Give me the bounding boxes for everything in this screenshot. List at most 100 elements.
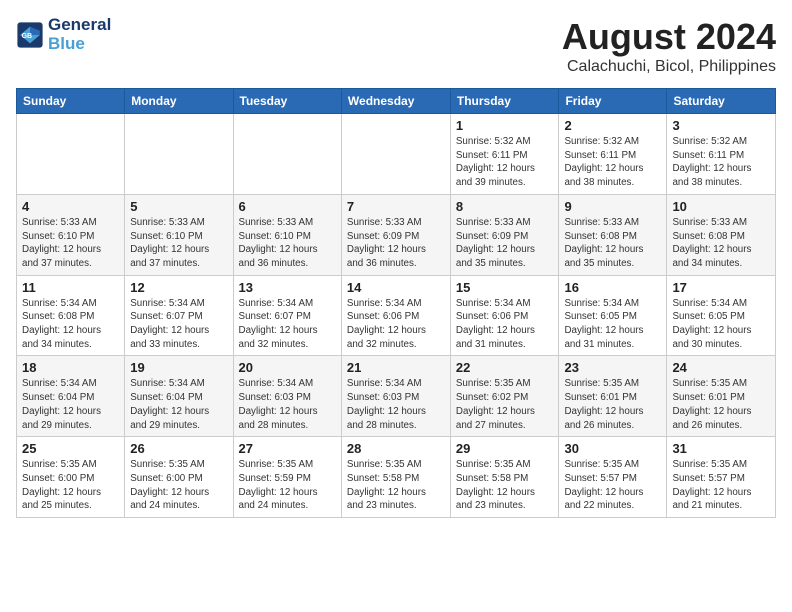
day-number: 16 [564,280,661,295]
day-number: 29 [456,441,554,456]
day-number: 11 [22,280,119,295]
day-info: Sunrise: 5:34 AM Sunset: 6:06 PM Dayligh… [347,297,445,352]
day-cell: 18Sunrise: 5:34 AM Sunset: 6:04 PM Dayli… [17,356,125,437]
day-info: Sunrise: 5:35 AM Sunset: 6:00 PM Dayligh… [130,458,227,513]
day-number: 17 [672,280,770,295]
day-number: 5 [130,199,227,214]
day-cell [341,114,450,195]
header-cell-tuesday: Tuesday [233,89,341,114]
day-cell: 21 Sunrise: 5:34 AM Sunset: 6:03 PM Dayli… [341,356,450,437]
day-number: 20 [239,360,336,375]
day-cell: 5 Sunrise: 5:33 AM Sunset: 6:10 PM Daylig… [125,194,233,275]
day-info: Sunrise: 5:34 AM Sunset: 6:07 PM Dayligh… [239,297,336,352]
day-number: 8 [456,199,554,214]
day-cell: 17Sunrise: 5:34 AM Sunset: 6:05 PM Dayli… [667,275,776,356]
day-cell: 6Sunrise: 5:33 AM Sunset: 6:10 PM Daylig… [233,194,341,275]
svg-text:GB: GB [22,32,32,39]
day-info: Sunrise: 5:34 AM Sunset: 6:07 PM Dayligh… [130,297,227,352]
week-row-5: 25 Sunrise: 5:35 AM Sunset: 6:00 PM Dayli… [17,437,776,518]
day-cell [17,114,125,195]
day-number: 22 [456,360,554,375]
header-cell-sunday: Sunday [17,89,125,114]
day-cell: 3Sunrise: 5:32 AM Sunset: 6:11 PM Daylig… [667,114,776,195]
day-number: 2 [564,118,661,133]
day-info: Sunrise: 5:34 AM Sunset: 6:03 PM Dayligh… [347,377,445,432]
logo: GB General Blue [16,16,111,53]
day-cell: 25 Sunrise: 5:35 AM Sunset: 6:00 PM Dayli… [17,437,125,518]
day-number: 19 [130,360,227,375]
day-info: Sunrise: 5:35 AM Sunset: 5:57 PM Dayligh… [672,458,770,513]
day-cell: 11 Sunrise: 5:34 AM Sunset: 6:08 PM Dayli… [17,275,125,356]
page-header: GB General Blue August 2024 Calachuchi, … [16,16,776,76]
header-cell-friday: Friday [559,89,667,114]
day-info: Sunrise: 5:34 AM Sunset: 6:05 PM Dayligh… [564,297,661,352]
day-cell: 26 Sunrise: 5:35 AM Sunset: 6:00 PM Dayli… [125,437,233,518]
day-number: 21 [347,360,445,375]
day-cell [125,114,233,195]
day-cell: 22Sunrise: 5:35 AM Sunset: 6:02 PM Dayli… [450,356,559,437]
day-info: Sunrise: 5:35 AM Sunset: 5:58 PM Dayligh… [456,458,554,513]
day-cell: 2 Sunrise: 5:32 AM Sunset: 6:11 PM Daylig… [559,114,667,195]
day-cell: 10Sunrise: 5:33 AM Sunset: 6:08 PM Dayli… [667,194,776,275]
day-number: 4 [22,199,119,214]
day-cell: 29 Sunrise: 5:35 AM Sunset: 5:58 PM Dayli… [450,437,559,518]
day-number: 28 [347,441,445,456]
day-number: 10 [672,199,770,214]
day-number: 25 [22,441,119,456]
calendar-body: 1 Sunrise: 5:32 AM Sunset: 6:11 PM Daylig… [17,114,776,518]
day-cell: 19 Sunrise: 5:34 AM Sunset: 6:04 PM Dayli… [125,356,233,437]
day-info: Sunrise: 5:35 AM Sunset: 5:57 PM Dayligh… [564,458,661,513]
day-cell: 4Sunrise: 5:33 AM Sunset: 6:10 PM Daylig… [17,194,125,275]
day-info: Sunrise: 5:35 AM Sunset: 6:00 PM Dayligh… [22,458,119,513]
day-cell: 15 Sunrise: 5:34 AM Sunset: 6:06 PM Dayli… [450,275,559,356]
logo-text: General Blue [48,16,111,53]
day-number: 6 [239,199,336,214]
week-row-4: 18Sunrise: 5:34 AM Sunset: 6:04 PM Dayli… [17,356,776,437]
week-row-1: 1 Sunrise: 5:32 AM Sunset: 6:11 PM Daylig… [17,114,776,195]
day-number: 7 [347,199,445,214]
day-info: Sunrise: 5:35 AM Sunset: 6:01 PM Dayligh… [672,377,770,432]
title-block: August 2024 Calachuchi, Bicol, Philippin… [562,16,776,76]
day-number: 26 [130,441,227,456]
day-cell: 30 Sunrise: 5:35 AM Sunset: 5:57 PM Dayli… [559,437,667,518]
header-cell-thursday: Thursday [450,89,559,114]
day-info: Sunrise: 5:35 AM Sunset: 6:01 PM Dayligh… [564,377,661,432]
day-number: 3 [672,118,770,133]
day-info: Sunrise: 5:33 AM Sunset: 6:09 PM Dayligh… [456,216,554,271]
day-info: Sunrise: 5:34 AM Sunset: 6:03 PM Dayligh… [239,377,336,432]
logo-icon: GB [16,21,44,49]
day-info: Sunrise: 5:34 AM Sunset: 6:08 PM Dayligh… [22,297,119,352]
month-year-title: August 2024 [562,16,776,58]
day-cell: 23 Sunrise: 5:35 AM Sunset: 6:01 PM Dayli… [559,356,667,437]
day-number: 1 [456,118,554,133]
day-cell: 20 Sunrise: 5:34 AM Sunset: 6:03 PM Dayli… [233,356,341,437]
header-cell-saturday: Saturday [667,89,776,114]
day-info: Sunrise: 5:34 AM Sunset: 6:06 PM Dayligh… [456,297,554,352]
day-number: 12 [130,280,227,295]
day-cell: 13Sunrise: 5:34 AM Sunset: 6:07 PM Dayli… [233,275,341,356]
day-cell: 9Sunrise: 5:33 AM Sunset: 6:08 PM Daylig… [559,194,667,275]
day-number: 31 [672,441,770,456]
day-number: 30 [564,441,661,456]
calendar-table: SundayMondayTuesdayWednesdayThursdayFrid… [16,88,776,518]
header-cell-monday: Monday [125,89,233,114]
day-cell: 31 Sunrise: 5:35 AM Sunset: 5:57 PM Dayli… [667,437,776,518]
calendar-header: SundayMondayTuesdayWednesdayThursdayFrid… [17,89,776,114]
day-number: 15 [456,280,554,295]
day-cell: 24Sunrise: 5:35 AM Sunset: 6:01 PM Dayli… [667,356,776,437]
day-info: Sunrise: 5:33 AM Sunset: 6:09 PM Dayligh… [347,216,445,271]
day-info: Sunrise: 5:32 AM Sunset: 6:11 PM Dayligh… [564,135,661,190]
day-info: Sunrise: 5:35 AM Sunset: 5:58 PM Dayligh… [347,458,445,513]
day-cell: 12 Sunrise: 5:34 AM Sunset: 6:07 PM Dayli… [125,275,233,356]
day-cell: 16 Sunrise: 5:34 AM Sunset: 6:05 PM Dayli… [559,275,667,356]
day-cell [233,114,341,195]
day-info: Sunrise: 5:35 AM Sunset: 5:59 PM Dayligh… [239,458,336,513]
day-info: Sunrise: 5:33 AM Sunset: 6:08 PM Dayligh… [564,216,661,271]
day-cell: 27Sunrise: 5:35 AM Sunset: 5:59 PM Dayli… [233,437,341,518]
day-info: Sunrise: 5:34 AM Sunset: 6:04 PM Dayligh… [130,377,227,432]
week-row-2: 4 Sunrise: 5:33 AM Sunset: 6:10 PM Daylig… [17,194,776,275]
header-row: SundayMondayTuesdayWednesdayThursdayFrid… [17,89,776,114]
day-info: Sunrise: 5:33 AM Sunset: 6:10 PM Dayligh… [130,216,227,271]
day-cell: 1Sunrise: 5:32 AM Sunset: 6:11 PM Daylig… [450,114,559,195]
day-number: 23 [564,360,661,375]
